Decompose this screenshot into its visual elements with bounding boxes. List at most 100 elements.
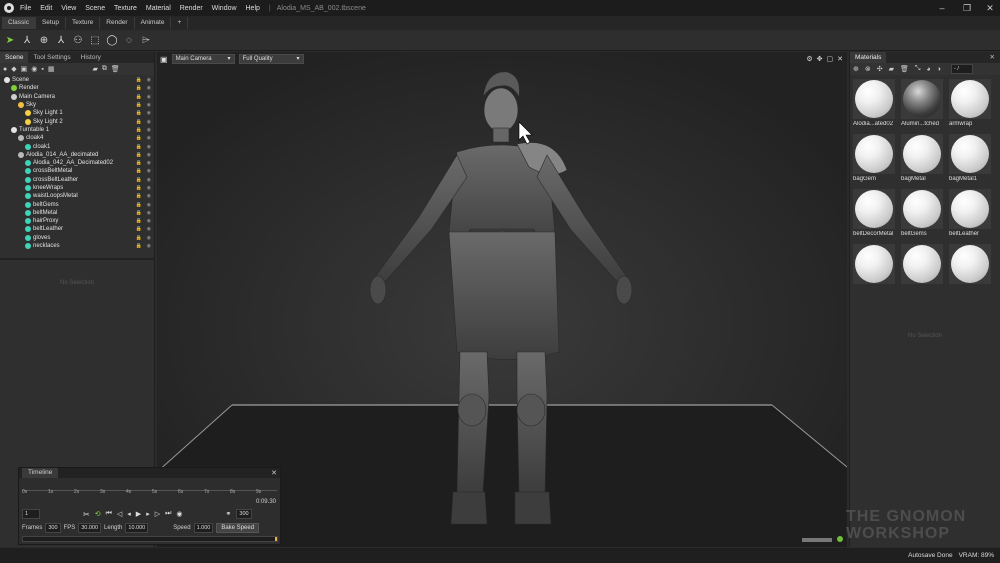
mesh-select-icon[interactable]: ⚇ [71, 33, 85, 47]
visibility-icon[interactable]: ◉ [147, 102, 151, 108]
material-tile[interactable]: Alumin...tched [901, 79, 943, 127]
tree-item[interactable]: necklaces 🔒 ◉ [0, 242, 154, 250]
lock-icon[interactable]: 🔒 [136, 144, 142, 150]
lock-icon[interactable]: 🔒 [136, 152, 142, 158]
lock-icon[interactable]: 🔒 [136, 127, 142, 133]
visibility-icon[interactable]: ◉ [147, 218, 151, 224]
menu-help[interactable]: Help [246, 5, 260, 12]
lock-icon[interactable]: 🔒 [136, 135, 142, 141]
tree-item[interactable]: cloak4 🔒 ◉ [0, 134, 154, 142]
tree-item[interactable]: Main Camera 🔒 ◉ [0, 93, 154, 101]
tab-history[interactable]: History [76, 52, 106, 63]
menu-window[interactable]: Window [212, 5, 237, 12]
tree-item[interactable]: Turntable 1 🔒 ◉ [0, 126, 154, 134]
add-tab-button[interactable]: + [171, 17, 189, 29]
fps-field[interactable]: 30.000 [78, 523, 102, 533]
minimize-icon[interactable]: – [930, 0, 954, 16]
tree-item[interactable]: beltLeather 🔒 ◉ [0, 225, 154, 233]
lock-icon[interactable]: 🔒 [136, 160, 142, 166]
material-tile[interactable]: beltDecorMetal [853, 189, 895, 237]
tree-item[interactable]: crossBeltLeather 🔒 ◉ [0, 176, 154, 184]
timeline-scrubber[interactable] [22, 536, 278, 542]
lock-icon[interactable]: 🔒 [136, 235, 142, 241]
visibility-icon[interactable]: ◉ [147, 85, 151, 91]
lock-icon[interactable]: 🔒 [136, 77, 142, 83]
frame-view-icon[interactable]: ▢ [827, 55, 834, 63]
tree-item[interactable]: beltMetal 🔒 ◉ [0, 209, 154, 217]
bake-speed-button[interactable]: Bake Speed [216, 523, 260, 533]
visibility-icon[interactable]: ◉ [147, 243, 151, 249]
material-tile[interactable]: beltGems [901, 189, 943, 237]
gear-icon[interactable]: ⚙ [806, 55, 812, 63]
close-panel-icon[interactable]: ✕ [985, 52, 1000, 63]
link-material-icon[interactable]: ⊗ [865, 65, 871, 73]
visibility-icon[interactable]: ◉ [147, 94, 151, 100]
visibility-icon[interactable]: ◉ [147, 77, 151, 83]
lock-icon[interactable]: 🔒 [136, 85, 142, 91]
timeline-ruler[interactable]: 0s 1s 2s 3s 4s 5s 6s 7s 8s 9s [22, 489, 277, 500]
rect-select-icon[interactable]: ⬚ [88, 33, 102, 47]
material-tile[interactable]: beltLeather [949, 189, 991, 237]
tab-tool-settings[interactable]: Tool Settings [28, 52, 75, 63]
next-key-icon[interactable]: ▷ [155, 510, 160, 518]
lock-icon[interactable]: 🔒 [136, 94, 142, 100]
material-tile[interactable] [853, 244, 895, 286]
tree-item[interactable]: cloak1 🔒 ◉ [0, 142, 154, 150]
material-tile[interactable]: bagMetal1 [949, 134, 991, 182]
add-material-icon[interactable]: ⊕ [853, 65, 859, 73]
add-camera-icon[interactable]: ▣ [21, 65, 28, 73]
lock-icon[interactable]: 🔒 [136, 202, 142, 208]
swap-icon[interactable]: ◕ [927, 66, 931, 73]
lock-icon[interactable]: 🔒 [136, 168, 142, 174]
frames-field[interactable]: 300 [45, 523, 61, 533]
prev-frame-icon[interactable]: ◂ [127, 510, 131, 518]
tab-materials[interactable]: Materials [850, 52, 887, 63]
circle-select-icon[interactable]: ◯ [105, 33, 119, 47]
folder-icon[interactable]: ▰ [92, 65, 97, 73]
lock-icon[interactable]: 🔒 [136, 226, 142, 232]
loop-icon[interactable]: ⟲ [95, 510, 101, 518]
material-tile[interactable]: bagMetal [901, 134, 943, 182]
menu-file[interactable]: File [20, 5, 31, 12]
playhead[interactable] [275, 537, 277, 541]
lock-icon[interactable]: 🔒 [136, 218, 142, 224]
lock-icon[interactable]: 🔒 [136, 102, 142, 108]
camera-icon[interactable]: ▣ [160, 55, 168, 64]
menu-render[interactable]: Render [180, 5, 203, 12]
visibility-icon[interactable]: ◉ [147, 193, 151, 199]
folder-icon[interactable]: ▰ [889, 65, 894, 73]
add-object-icon[interactable]: ● [3, 66, 7, 73]
prev-key-icon[interactable]: ◁ [117, 510, 122, 518]
material-tile[interactable] [949, 244, 991, 286]
tab-scene[interactable]: Scene [0, 52, 29, 63]
camera-select[interactable]: Main Camera ▾ [171, 54, 235, 64]
play-icon[interactable]: ▶ [136, 510, 141, 518]
record-icon[interactable]: ◉ [176, 510, 182, 518]
lock-icon[interactable]: 🔒 [136, 243, 142, 249]
close-icon[interactable]: ✕ [978, 0, 1000, 16]
tab-animate[interactable]: Animate [135, 17, 172, 29]
close-icon[interactable]: ✕ [837, 55, 843, 63]
visibility-icon[interactable]: ◉ [147, 110, 151, 116]
menu-scene[interactable]: Scene [85, 5, 105, 12]
tree-item[interactable]: Sky Light 2 🔒 ◉ [0, 117, 154, 125]
visibility-icon[interactable]: ◉ [147, 185, 151, 191]
tree-item[interactable]: kneeWraps 🔒 ◉ [0, 184, 154, 192]
material-tile[interactable]: armwrap [949, 79, 991, 127]
tab-setup[interactable]: Setup [36, 17, 66, 29]
length-field[interactable]: 10.000 [125, 523, 149, 533]
lock-icon[interactable]: 🔒 [136, 110, 142, 116]
visibility-icon[interactable]: ◉ [147, 119, 151, 125]
menu-edit[interactable]: Edit [40, 5, 52, 12]
tree-item[interactable]: beltGems 🔒 ◉ [0, 200, 154, 208]
add-shadow-icon[interactable]: ◉ [31, 65, 37, 73]
sphere-view-icon[interactable]: ◑ [937, 66, 941, 73]
tab-texture[interactable]: Texture [66, 17, 101, 29]
picker-icon[interactable]: ⤡ [915, 65, 921, 73]
material-tile[interactable]: bagGem [853, 134, 895, 182]
add-box-icon[interactable]: ▪ [41, 66, 43, 73]
scissors-icon[interactable]: ✂ [83, 510, 90, 519]
visibility-icon[interactable]: ◉ [147, 168, 151, 174]
visibility-icon[interactable]: ◉ [147, 144, 151, 150]
visibility-icon[interactable]: ◉ [147, 160, 151, 166]
